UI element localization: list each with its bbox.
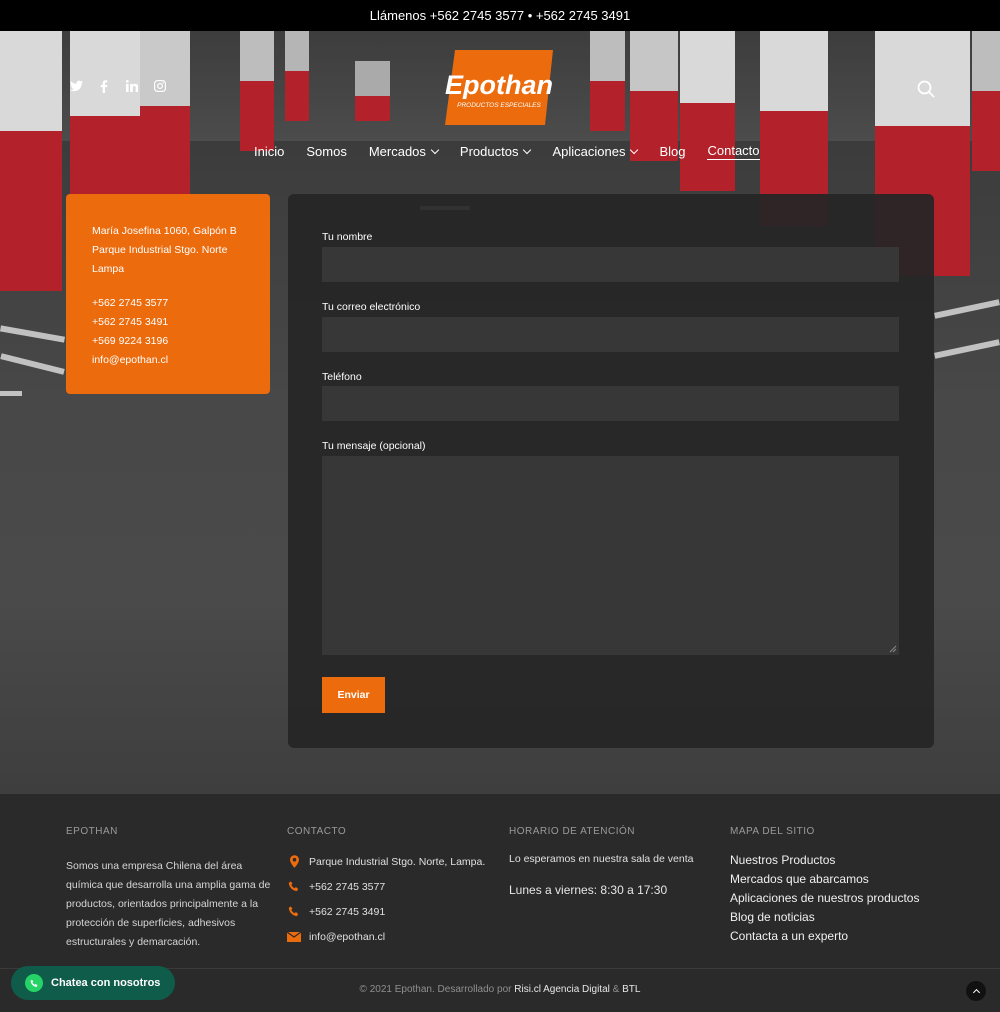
social-links — [69, 80, 167, 94]
contact-info-card: María Josefina 1060, Galpón B Parque Ind… — [66, 194, 270, 394]
chevron-up-icon — [972, 988, 980, 997]
epothan-logo[interactable]: Epothan PRODUCTOS ESPECIALES — [445, 50, 553, 125]
pillar — [630, 31, 678, 161]
call-text: Llámenos +562 2745 3577 • +562 2745 3491 — [369, 8, 631, 23]
twitter-icon[interactable] — [69, 80, 83, 94]
nav-label: Mercados — [368, 144, 426, 159]
main-nav: Inicio Somos Mercados Productos Aplicaci… — [254, 143, 760, 160]
pillar — [0, 31, 62, 291]
footer-phone[interactable]: +562 2745 3491 — [287, 899, 497, 924]
scroll-to-top-button[interactable] — [966, 981, 986, 1001]
pillar — [240, 31, 274, 151]
pillar — [285, 31, 309, 121]
map-pin-icon — [287, 855, 301, 868]
credit-link[interactable]: BTL — [622, 984, 640, 995]
logo-brand: Epothan — [445, 70, 553, 100]
copyright-text: © 2021 Epothan. Desarrollado por — [359, 984, 512, 995]
pillar — [355, 61, 390, 121]
nav-item-blog[interactable]: Blog — [659, 143, 685, 160]
name-label: Tu nombre — [322, 231, 373, 243]
phone-link[interactable]: +562 2745 3577 — [92, 294, 270, 313]
search-icon[interactable] — [917, 80, 935, 98]
nav-item-aplicaciones[interactable]: Aplicaciones — [552, 143, 639, 160]
linkedin-icon[interactable] — [125, 80, 139, 94]
nav-label: Productos — [459, 144, 519, 159]
instagram-icon[interactable] — [153, 80, 167, 94]
chevron-down-icon — [630, 145, 639, 154]
phone-label: Teléfono — [322, 371, 362, 383]
pillar — [590, 31, 625, 131]
logo-tagline: PRODUCTOS ESPECIALES — [457, 102, 541, 109]
address-text: Parque Industrial Stgo. Norte, Lampa. — [309, 855, 486, 868]
nav-label: Contacto — [707, 143, 760, 160]
sitemap-link[interactable]: Nuestros Productos — [730, 851, 970, 870]
phone-icon — [287, 880, 301, 893]
whatsapp-icon — [25, 974, 43, 992]
footer-heading: MAPA DEL SITIO — [730, 826, 815, 837]
footer-contact: CONTACTO Parque Industrial Stgo. Norte, … — [287, 826, 497, 949]
resize-handle-icon — [889, 645, 897, 653]
hours-line-1: Lo esperamos en nuestra sala de venta — [509, 853, 694, 865]
whatsapp-chat-button[interactable]: Chatea con nosotros — [11, 966, 175, 1000]
sitemap-link[interactable]: Mercados que abarcamos — [730, 870, 970, 889]
nav-item-inicio[interactable]: Inicio — [254, 143, 284, 160]
pillar — [972, 31, 1000, 171]
pillar — [140, 31, 190, 196]
email-label: Tu correo electrónico — [322, 301, 421, 313]
email-text: info@epothan.cl — [309, 930, 386, 943]
chevron-down-icon — [430, 145, 440, 154]
email-link[interactable]: info@epothan.cl — [92, 351, 270, 370]
nav-item-mercados[interactable]: Mercados — [368, 143, 440, 160]
nav-label: Inicio — [254, 144, 285, 159]
about-text: Somos una empresa Chilena del área quími… — [66, 860, 271, 948]
hours-line-2: Lunes a viernes: 8:30 a 17:30 — [509, 883, 668, 897]
nav-label: Aplicaciones — [552, 144, 626, 159]
pillar — [70, 31, 140, 201]
address-line-2: Parque Industrial Stgo. Norte — [92, 244, 228, 256]
message-textarea[interactable] — [322, 456, 899, 655]
chevron-down-icon — [523, 145, 532, 154]
footer-address: Parque Industrial Stgo. Norte, Lampa. — [287, 849, 497, 874]
address-line-3: Lampa — [92, 263, 125, 275]
footer-heading: EPOTHAN — [66, 826, 118, 837]
phone-text: +562 2745 3491 — [309, 905, 386, 918]
phone-text: +562 2745 3577 — [309, 880, 386, 893]
whatsapp-label: Chatea con nosotros — [51, 977, 161, 989]
name-input[interactable] — [322, 247, 899, 282]
nav-item-somos[interactable]: Somos — [306, 143, 346, 160]
credit-link[interactable]: Risi.cl Agencia Digital — [514, 984, 610, 995]
sitemap-link[interactable]: Blog de noticias — [730, 908, 970, 927]
address-line-1: María Josefina 1060, Galpón B — [92, 225, 237, 237]
phone-link[interactable]: +562 2745 3491 — [92, 313, 270, 332]
message-label: Tu mensaje (opcional) — [322, 440, 426, 452]
nav-label: Somos — [306, 144, 347, 159]
footer-heading: CONTACTO — [287, 826, 347, 837]
nav-item-contacto[interactable]: Contacto — [707, 143, 760, 160]
footer-phone[interactable]: +562 2745 3577 — [287, 874, 497, 899]
top-call-bar: Llámenos +562 2745 3577 • +562 2745 3491 — [0, 0, 1000, 31]
facebook-icon[interactable] — [97, 80, 111, 94]
footer-sitemap: MAPA DEL SITIO Nuestros Productos Mercad… — [730, 826, 970, 946]
sitemap-link[interactable]: Aplicaciones de nuestros productos — [730, 889, 970, 908]
sitemap-link[interactable]: Contacta a un experto — [730, 927, 970, 946]
footer-about: EPOTHAN Somos una empresa Chilena del ár… — [66, 826, 276, 952]
email-input[interactable] — [322, 317, 899, 352]
envelope-icon — [287, 931, 301, 942]
pillar — [680, 31, 735, 191]
nav-label: Blog — [659, 144, 686, 159]
phone-input[interactable] — [322, 386, 899, 421]
footer-hours: HORARIO DE ATENCIÓN Lo esperamos en nues… — [509, 826, 719, 897]
ampersand: & — [612, 984, 620, 995]
lane-marking — [0, 391, 22, 396]
footer-email[interactable]: info@epothan.cl — [287, 924, 497, 949]
contact-form: Tu nombre Tu correo electrónico Teléfono… — [288, 194, 934, 748]
footer-heading: HORARIO DE ATENCIÓN — [509, 826, 635, 837]
nav-item-productos[interactable]: Productos — [459, 143, 532, 160]
phone-link[interactable]: +569 9224 3196 — [92, 332, 270, 351]
send-button[interactable]: Enviar — [322, 677, 385, 713]
phone-icon — [287, 905, 301, 918]
